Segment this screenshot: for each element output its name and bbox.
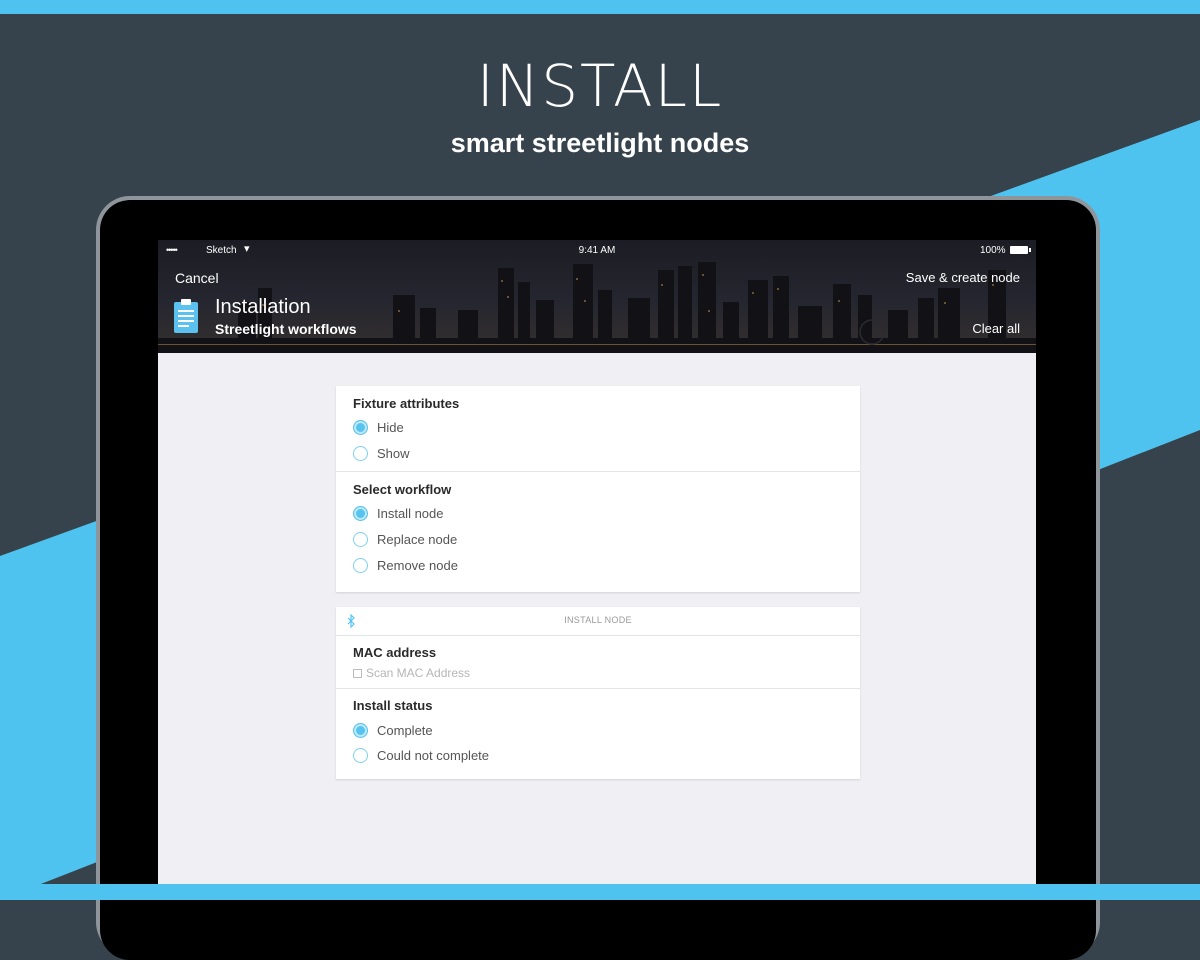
scan-mac-placeholder: Scan MAC Address	[366, 666, 471, 680]
radio-label: Hide	[377, 420, 404, 435]
clear-all-button[interactable]: Clear all	[972, 321, 1020, 336]
radio-unselected-icon	[353, 558, 368, 573]
page-title: Installation	[215, 296, 311, 318]
tablet-screen: ••••• Sketch ▾ 9:41 AM 100% Cancel Save …	[158, 240, 1036, 900]
radio-unselected-icon	[353, 446, 368, 461]
hero-title: INSTALL	[476, 52, 724, 120]
section-divider	[336, 635, 860, 636]
scan-mac-address-field[interactable]: Scan MAC Address	[353, 666, 470, 680]
radio-label: Install node	[377, 506, 444, 521]
section-divider	[336, 471, 860, 472]
app-header: ••••• Sketch ▾ 9:41 AM 100% Cancel Save …	[158, 240, 1036, 353]
scan-icon	[353, 669, 362, 678]
cancel-button[interactable]: Cancel	[175, 270, 219, 286]
save-create-node-button[interactable]: Save & create node	[906, 270, 1020, 285]
hero-subtitle: smart streetlight nodes	[450, 128, 750, 158]
clipboard-icon	[174, 299, 198, 333]
select-workflow-title: Select workflow	[353, 482, 452, 497]
page-subtitle: Streetlight workflows	[215, 321, 357, 337]
radio-selected-icon	[353, 506, 368, 521]
install-node-card: INSTALL NODE MAC address Scan MAC Addres…	[336, 607, 860, 779]
radio-label: Replace node	[377, 532, 458, 547]
radio-label: Show	[377, 446, 410, 461]
radio-unselected-icon	[353, 532, 368, 547]
radio-selected-icon	[353, 723, 368, 738]
section-divider	[336, 688, 860, 689]
radio-selected-icon	[353, 420, 368, 435]
battery-icon	[1010, 246, 1031, 254]
mac-address-title: MAC address	[353, 645, 437, 660]
radio-label: Complete	[377, 723, 433, 738]
status-time: 9:41 AM	[578, 245, 616, 256]
battery-percent: 100%	[980, 245, 1006, 256]
radio-label: Could not complete	[377, 748, 490, 763]
radio-label: Remove node	[377, 558, 458, 573]
fixture-attributes-title: Fixture attributes	[353, 396, 460, 411]
status-bar: ••••• Sketch ▾ 9:41 AM 100%	[158, 240, 1036, 260]
radio-unselected-icon	[353, 748, 368, 763]
workflow-settings-card: Fixture attributes Hide Show Select work…	[336, 386, 860, 592]
install-node-header: INSTALL NODE	[564, 615, 632, 625]
bottom-accent-strip	[0, 884, 1200, 900]
install-status-title: Install status	[353, 698, 433, 713]
